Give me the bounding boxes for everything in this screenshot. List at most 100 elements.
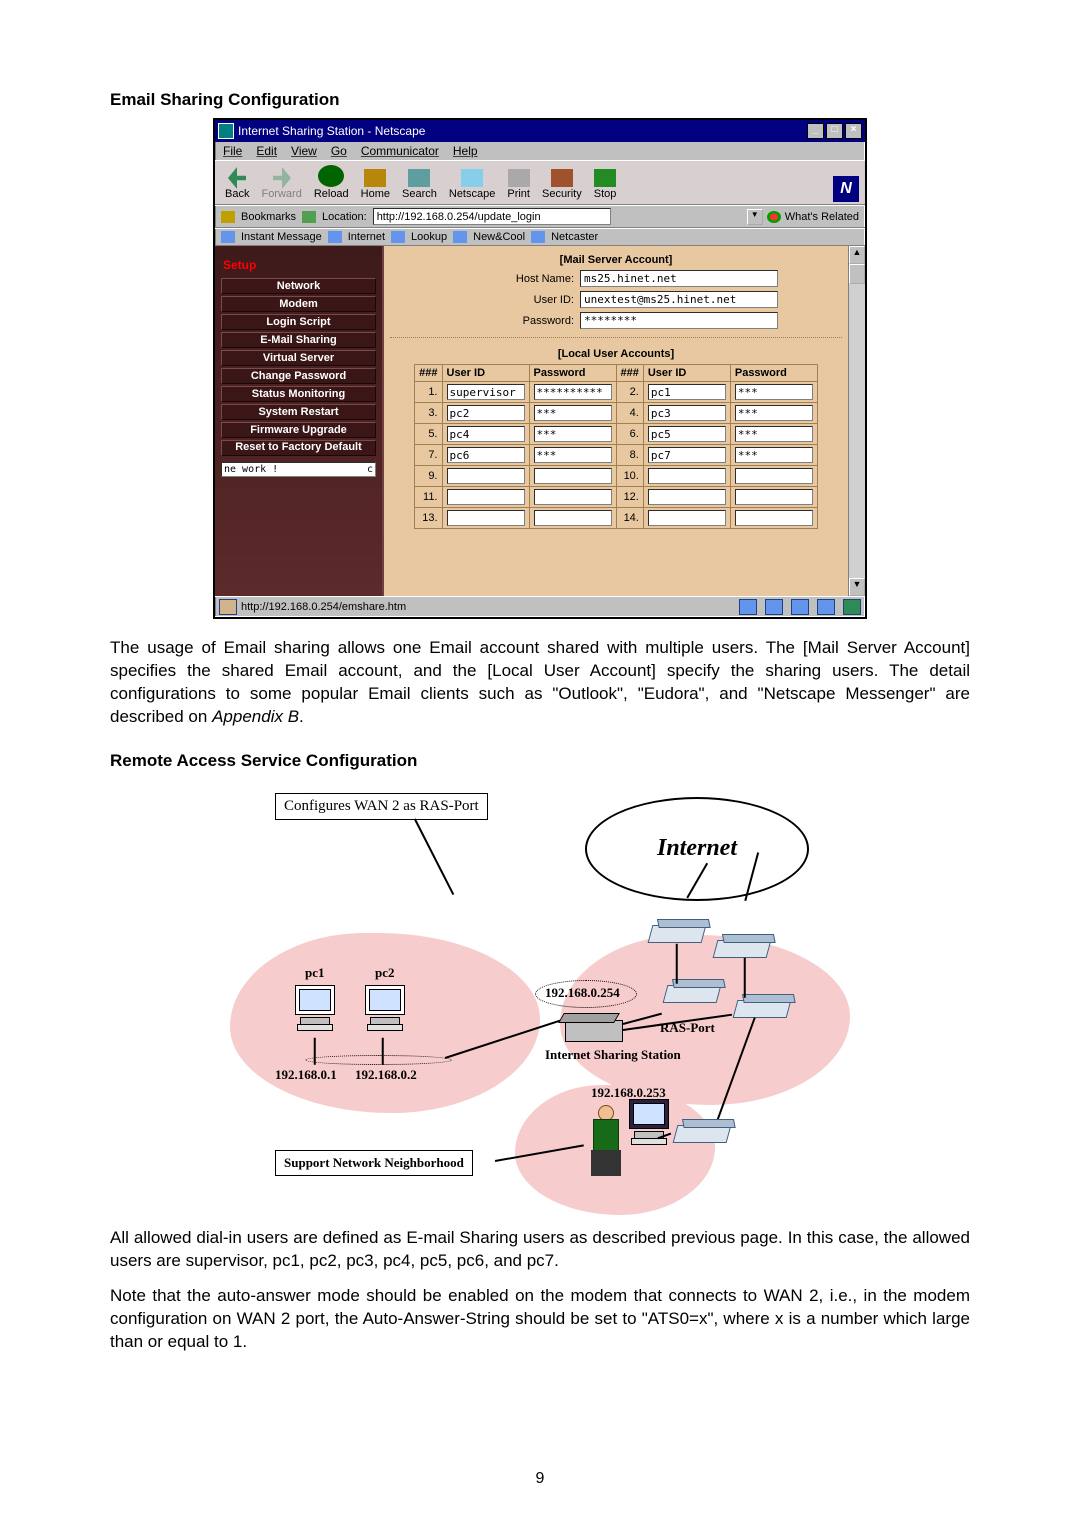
internet-cloud: Internet (585, 797, 809, 901)
location-icon (302, 211, 316, 223)
local-pwd-input[interactable] (735, 489, 813, 505)
local-pwd-input[interactable] (534, 384, 612, 400)
bookmarks-icon[interactable] (221, 211, 235, 223)
local-pwd-input[interactable] (534, 405, 612, 421)
local-pwd-input[interactable] (735, 426, 813, 442)
row-num: 10. (616, 466, 643, 487)
menu-go[interactable]: Go (331, 144, 347, 158)
support-neighborhood-box: Support Network Neighborhood (275, 1150, 473, 1176)
local-uid-input[interactable] (447, 447, 525, 463)
whats-related-icon (767, 211, 781, 223)
address-bar: Bookmarks Location: ▼ What's Related (215, 205, 865, 228)
paragraph-email-sharing: The usage of Email sharing allows one Em… (110, 637, 970, 729)
forward-button: Forward (257, 167, 305, 202)
status-icon-1 (739, 599, 757, 615)
reload-button[interactable]: Reload (310, 163, 353, 202)
local-uid-input[interactable] (447, 426, 525, 442)
location-input[interactable] (373, 208, 611, 225)
menu-view[interactable]: View (291, 144, 317, 158)
row-num: 3. (415, 403, 442, 424)
location-dropdown-button[interactable]: ▼ (747, 209, 763, 225)
menu-help[interactable]: Help (453, 144, 478, 158)
print-icon (508, 169, 530, 187)
mail-server-title: [Mail Server Account] (386, 254, 846, 266)
local-uid-input[interactable] (648, 447, 726, 463)
link-lookup[interactable]: Lookup (411, 231, 447, 243)
search-button[interactable]: Search (398, 167, 441, 202)
local-uid-input[interactable] (648, 468, 726, 484)
close-button[interactable]: × (845, 123, 862, 139)
status-icon-4 (817, 599, 835, 615)
sidebar-item-firmware-upgrade[interactable]: Firmware Upgrade (221, 422, 376, 438)
sidebar-item-reset-factory[interactable]: Reset to Factory Default (221, 440, 376, 456)
status-url: http://192.168.0.254/emshare.htm (241, 601, 406, 613)
local-uid-input[interactable] (447, 405, 525, 421)
local-pwd-input[interactable] (534, 468, 612, 484)
netscape-icon (461, 169, 483, 187)
maximize-button[interactable]: □ (826, 123, 843, 139)
vertical-scrollbar[interactable]: ▲ ▼ (848, 246, 865, 596)
local-pwd-input[interactable] (534, 489, 612, 505)
bookmarks-label[interactable]: Bookmarks (241, 211, 296, 223)
menu-communicator[interactable]: Communicator (361, 144, 439, 158)
sidebar-item-status-monitoring[interactable]: Status Monitoring (221, 386, 376, 402)
link-internet[interactable]: Internet (348, 231, 385, 243)
sidebar-status-right: c (367, 464, 373, 475)
local-uid-input[interactable] (447, 468, 525, 484)
whats-related-label[interactable]: What's Related (785, 211, 859, 223)
sidebar-item-network[interactable]: Network (221, 278, 376, 294)
menu-file[interactable]: File (223, 144, 242, 158)
netscape-logo: N (833, 176, 859, 202)
sidebar-item-change-password[interactable]: Change Password (221, 368, 376, 384)
link-newcool[interactable]: New&Cool (473, 231, 525, 243)
status-icon-doc (219, 599, 237, 615)
menu-edit[interactable]: Edit (256, 144, 277, 158)
minimize-button[interactable]: _ (807, 123, 824, 139)
local-uid-input[interactable] (648, 384, 726, 400)
password-input[interactable] (580, 312, 778, 329)
instant-message-icon (221, 231, 235, 243)
local-pwd-input[interactable] (735, 447, 813, 463)
scroll-thumb[interactable] (849, 264, 865, 284)
back-button[interactable]: Back (221, 167, 253, 202)
local-uid-input[interactable] (447, 489, 525, 505)
local-pwd-input[interactable] (735, 384, 813, 400)
scroll-up-button[interactable]: ▲ (849, 246, 865, 264)
local-pwd-input[interactable] (534, 510, 612, 526)
security-button[interactable]: Security (538, 167, 586, 202)
local-uid-input[interactable] (648, 426, 726, 442)
stop-icon (594, 169, 616, 187)
link-netcaster[interactable]: Netcaster (551, 231, 598, 243)
local-pwd-input[interactable] (735, 510, 813, 526)
netscape-button[interactable]: Netscape (445, 167, 499, 202)
sidebar-item-system-restart[interactable]: System Restart (221, 404, 376, 420)
ras-pc-icon (629, 1099, 669, 1145)
local-pwd-input[interactable] (735, 405, 813, 421)
local-uid-input[interactable] (648, 489, 726, 505)
home-icon (364, 169, 386, 187)
scroll-down-button[interactable]: ▼ (849, 578, 865, 596)
heading-ras: Remote Access Service Configuration (110, 751, 970, 771)
table-row: 7.8. (415, 445, 818, 466)
pc2-label: pc2 (375, 965, 395, 981)
stop-button[interactable]: Stop (590, 167, 621, 202)
local-uid-input[interactable] (447, 384, 525, 400)
local-pwd-input[interactable] (534, 426, 612, 442)
local-uid-input[interactable] (648, 510, 726, 526)
search-icon (408, 169, 430, 187)
user-id-input[interactable] (580, 291, 778, 308)
lookup-icon (391, 231, 405, 243)
sidebar-item-email-sharing[interactable]: E-Mail Sharing (221, 332, 376, 348)
local-uid-input[interactable] (447, 510, 525, 526)
local-pwd-input[interactable] (534, 447, 612, 463)
sidebar-item-login-script[interactable]: Login Script (221, 314, 376, 330)
sidebar-item-modem[interactable]: Modem (221, 296, 376, 312)
home-button[interactable]: Home (357, 167, 394, 202)
newcool-icon (453, 231, 467, 243)
sidebar-item-virtual-server[interactable]: Virtual Server (221, 350, 376, 366)
print-button[interactable]: Print (503, 167, 534, 202)
local-uid-input[interactable] (648, 405, 726, 421)
host-name-input[interactable] (580, 270, 778, 287)
link-instant-message[interactable]: Instant Message (241, 231, 322, 243)
local-pwd-input[interactable] (735, 468, 813, 484)
